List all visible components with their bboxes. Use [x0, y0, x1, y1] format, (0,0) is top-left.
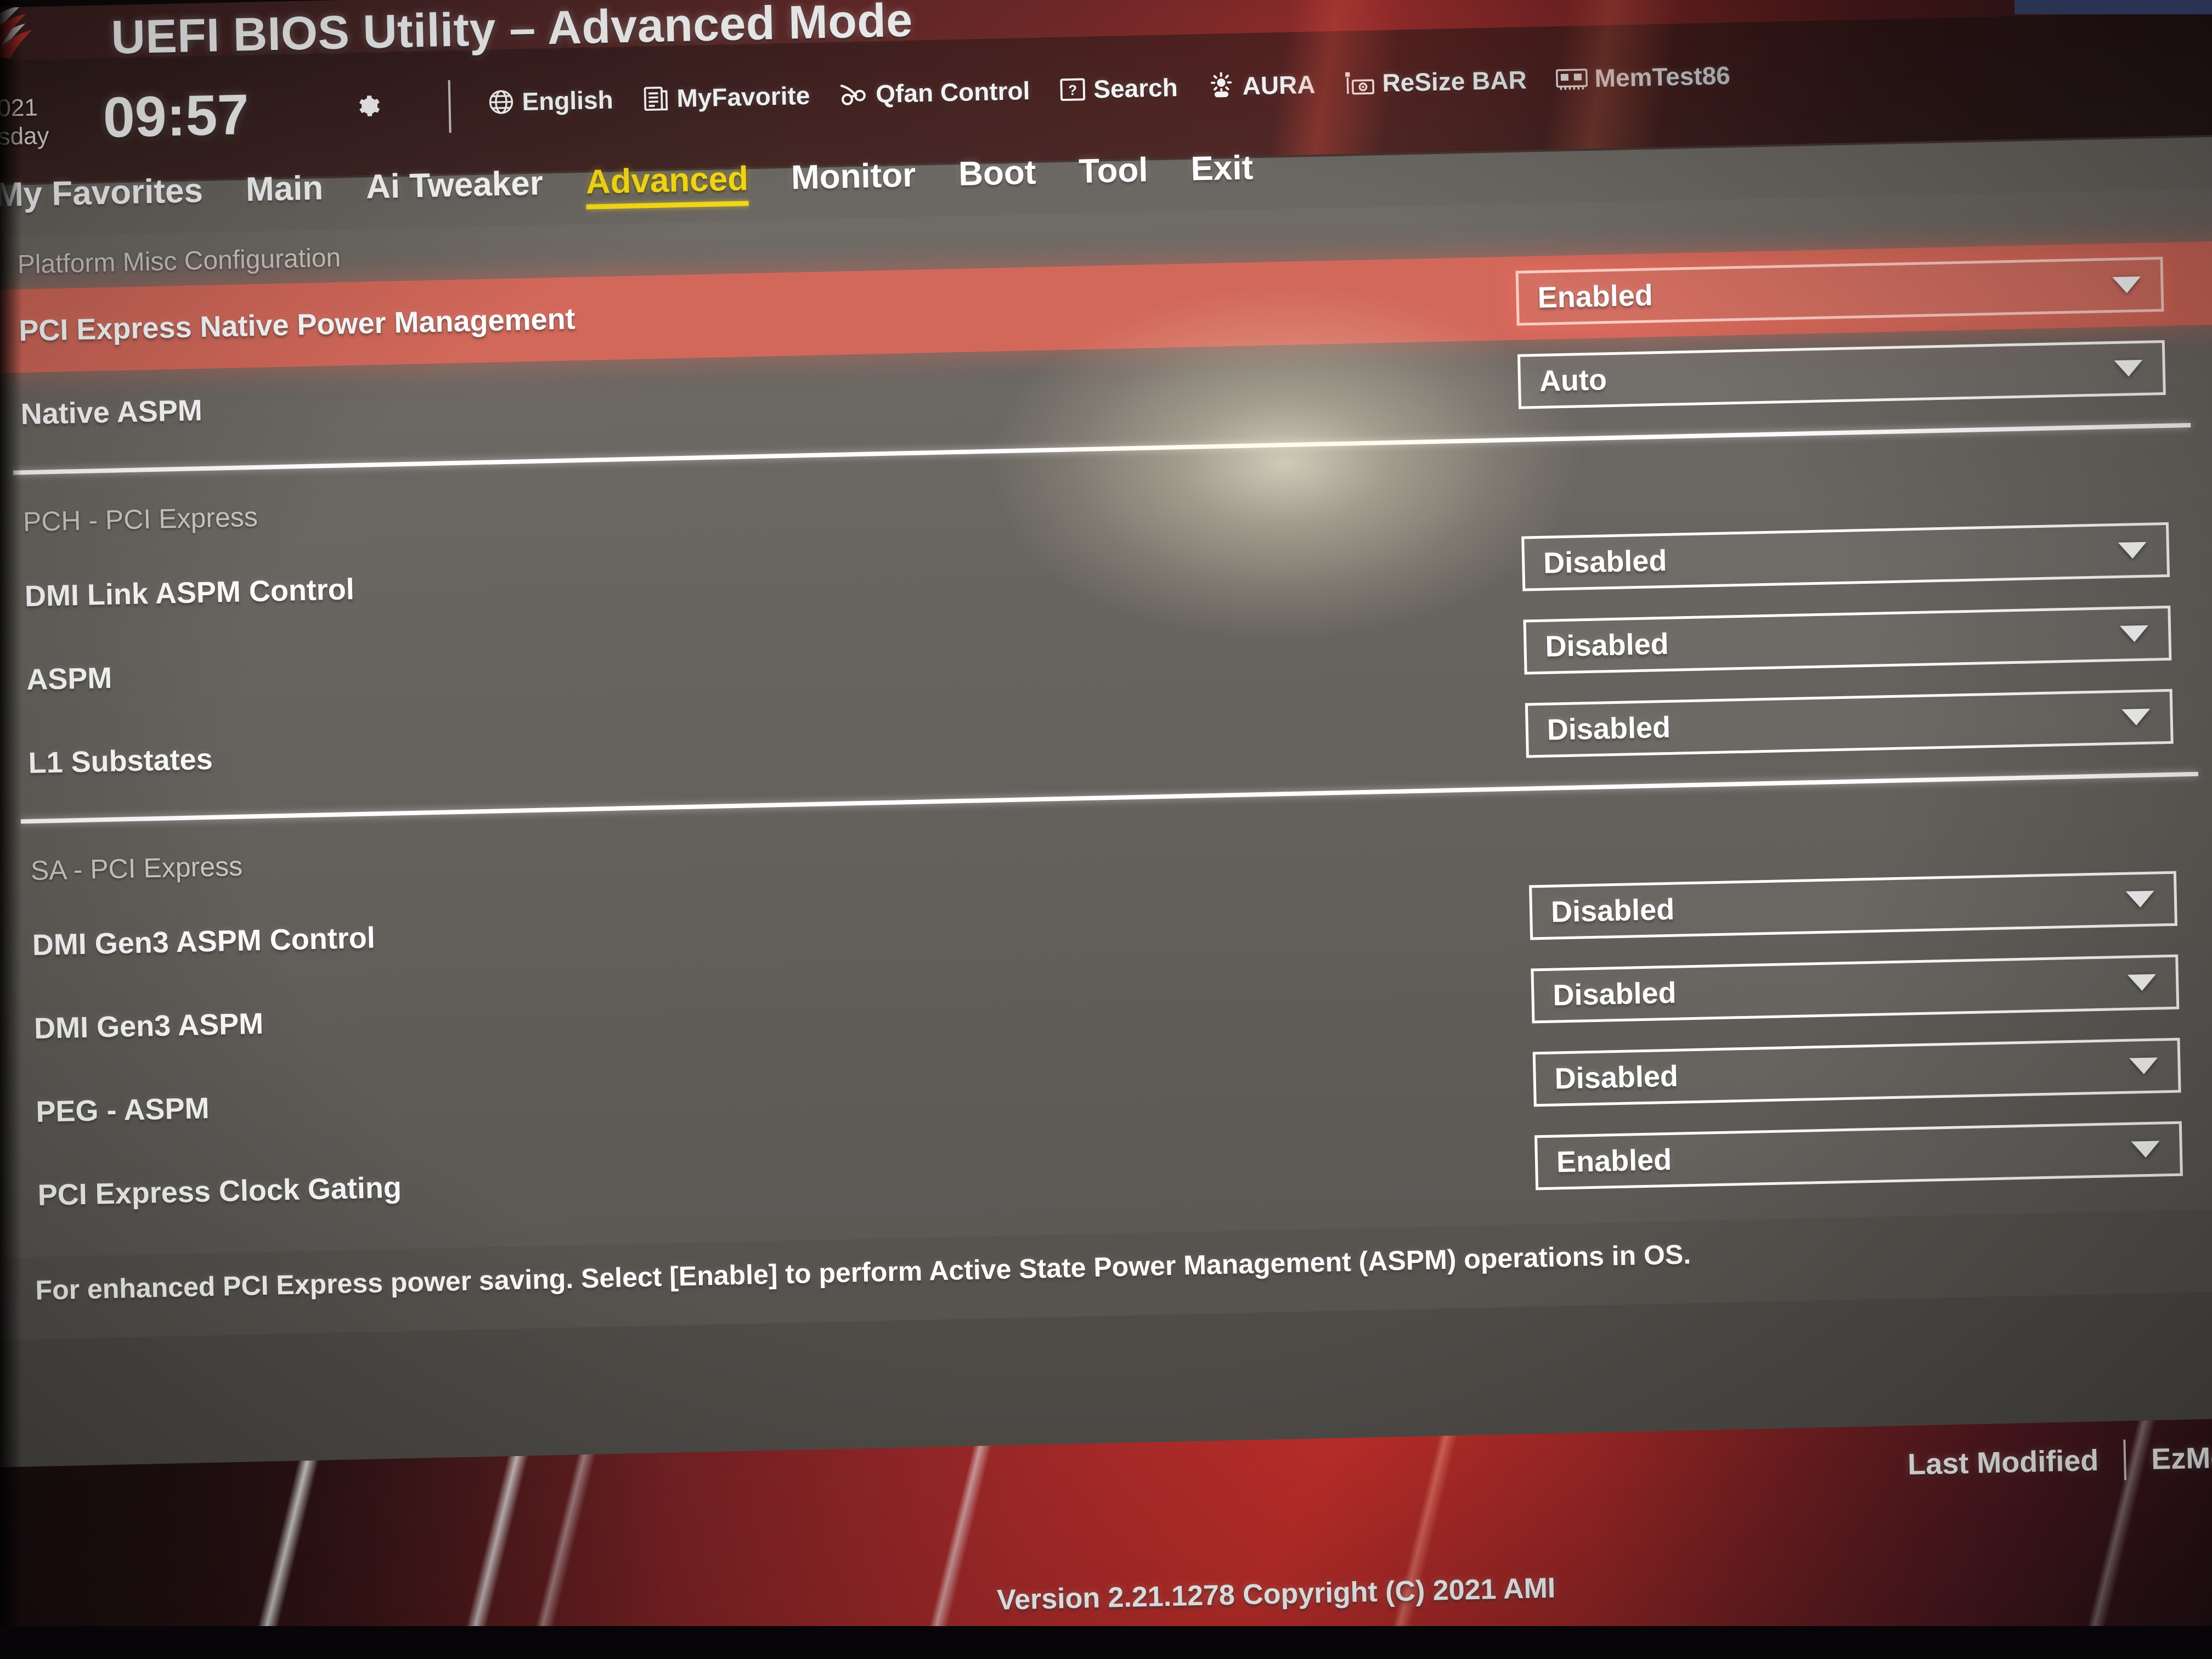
dropdown-value: Auto	[1539, 363, 1607, 398]
globe-icon	[487, 87, 516, 116]
dropdown-native-aspm[interactable]: Auto	[1517, 340, 2166, 409]
tab-monitor[interactable]: Monitor	[791, 156, 916, 198]
photo-bottom-edge	[0, 1626, 2212, 1659]
version-text: Version 2.21.1278 Copyright (C) 2021 AMI	[996, 1572, 1556, 1616]
question-icon: ?	[1058, 75, 1087, 104]
last-modified-button[interactable]: Last Modified	[1908, 1443, 2099, 1482]
dropdown-value: Disabled	[1552, 976, 1677, 1012]
bios-photo: UEFI BIOS Utility – Advanced Mode /18/20…	[0, 0, 2212, 1659]
dropdown-value: Disabled	[1547, 710, 1671, 747]
tab-my-favorites[interactable]: My Favorites	[0, 171, 204, 215]
toolbar-label-english: English	[521, 85, 614, 116]
ez-mode-button[interactable]: EzMo	[2151, 1441, 2212, 1476]
chevron-down-icon	[2120, 625, 2149, 642]
settings-panel: Platform Misc Configuration PCI Express …	[0, 188, 2212, 1258]
svg-text:?: ?	[1068, 82, 1077, 98]
setting-label: DMI Link ASPM Control	[24, 573, 355, 613]
section-label: PCH - PCI Express	[22, 501, 258, 538]
dropdown-value: Disabled	[1550, 893, 1675, 929]
gear-icon[interactable]	[349, 88, 385, 127]
dropdown-value: Disabled	[1554, 1059, 1679, 1096]
setting-label: Native ASPM	[20, 394, 203, 431]
tab-main[interactable]: Main	[245, 168, 324, 209]
toolbar-item-qfan-control[interactable]: Qfan Control	[838, 76, 1030, 110]
toolbar-item-english[interactable]: English	[487, 85, 613, 117]
clock-area[interactable]: /18/2021 ednesday 09:57	[0, 75, 415, 151]
dropdown-dmi-link-aspm-control[interactable]: Disabled	[1521, 522, 2170, 591]
dropdown-l1-substates[interactable]: Disabled	[1525, 689, 2174, 758]
clipboard-icon	[641, 84, 670, 113]
tab-boot[interactable]: Boot	[958, 153, 1036, 194]
chevron-down-icon	[2112, 276, 2141, 294]
chevron-down-icon	[2125, 890, 2155, 908]
tab-advanced[interactable]: Advanced	[585, 159, 749, 201]
chevron-down-icon	[2121, 708, 2151, 726]
setting-label: DMI Gen3 ASPM	[33, 1007, 264, 1045]
header-toolbar: English MyFavorite Qfan Control ? Search…	[487, 60, 1759, 117]
dropdown-value: Disabled	[1543, 544, 1667, 580]
tab-exit[interactable]: Exit	[1190, 148, 1254, 188]
section-label: SA - PCI Express	[30, 850, 243, 887]
toolbar-label-qfan-control: Qfan Control	[875, 76, 1030, 109]
setting-label: ASPM	[26, 661, 112, 697]
toolbar-item-resize-bar[interactable]: ReSize BAR	[1344, 65, 1527, 98]
setting-label: PCI Express Clock Gating	[37, 1171, 402, 1212]
chevron-down-icon	[2127, 974, 2157, 991]
toolbar-item-myfavorite[interactable]: MyFavorite	[641, 81, 810, 114]
toolbar-label-resize-bar: ReSize BAR	[1381, 65, 1527, 97]
dropdown-pci-express-native-power-management[interactable]: Enabled	[1515, 256, 2164, 326]
fan-icon	[838, 80, 870, 109]
setting-label: PCI Express Native Power Management	[18, 302, 576, 348]
dropdown-peg-aspm[interactable]: Disabled	[1532, 1037, 2181, 1107]
chevron-down-icon	[2114, 359, 2143, 377]
memory-icon	[1555, 65, 1588, 92]
page-title: UEFI BIOS Utility – Advanced Mode	[110, 0, 913, 64]
dropdown-value: Enabled	[1537, 279, 1654, 314]
setting-label: DMI Gen3 ASPM Control	[32, 921, 376, 962]
resize-bar-icon	[1344, 68, 1376, 98]
toolbar-label-myfavorite: MyFavorite	[676, 81, 810, 113]
dropdown-value: Disabled	[1544, 627, 1669, 663]
toolbar-item-aura[interactable]: AURA	[1206, 70, 1316, 101]
tab-ai-tweaker[interactable]: Ai Tweaker	[365, 163, 543, 206]
dropdown-value: Enabled	[1556, 1143, 1672, 1179]
toolbar-label-aura: AURA	[1242, 70, 1316, 100]
header-divider	[448, 80, 452, 133]
breadcrumb: Platform Misc Configuration	[17, 243, 341, 280]
bios-screen: UEFI BIOS Utility – Advanced Mode /18/20…	[0, 0, 2212, 1659]
dropdown-aspm[interactable]: Disabled	[1523, 605, 2172, 675]
chevron-down-icon	[2129, 1057, 2158, 1075]
setting-label: L1 Substates	[27, 742, 213, 780]
chevron-down-icon	[2118, 541, 2147, 559]
dropdown-dmi-gen3-aspm[interactable]: Disabled	[1531, 954, 2180, 1024]
toolbar-label-memtest86: MemTest86	[1594, 61, 1731, 93]
time-text: 09:57	[102, 83, 250, 150]
tab-tool[interactable]: Tool	[1079, 150, 1149, 191]
setting-label: PEG - ASPM	[35, 1092, 210, 1128]
photo-left-edge	[0, 0, 22, 1659]
footer-actions: Last Modified EzMo	[1907, 1437, 2212, 1485]
aura-light-icon	[1206, 71, 1236, 101]
chevron-down-icon	[2131, 1141, 2160, 1158]
footer-divider	[2123, 1439, 2126, 1481]
settings-list: PCI Express Native Power Management Enab…	[0, 241, 2212, 1238]
toolbar-label-search: Search	[1093, 73, 1178, 104]
toolbar-item-search[interactable]: ? Search	[1058, 72, 1178, 105]
toolbar-item-memtest86[interactable]: MemTest86	[1555, 60, 1730, 94]
photo-top-corner	[2015, 0, 2212, 14]
dropdown-pci-express-clock-gating[interactable]: Enabled	[1534, 1121, 2183, 1190]
dropdown-dmi-gen3-aspm-control[interactable]: Disabled	[1529, 871, 2177, 940]
